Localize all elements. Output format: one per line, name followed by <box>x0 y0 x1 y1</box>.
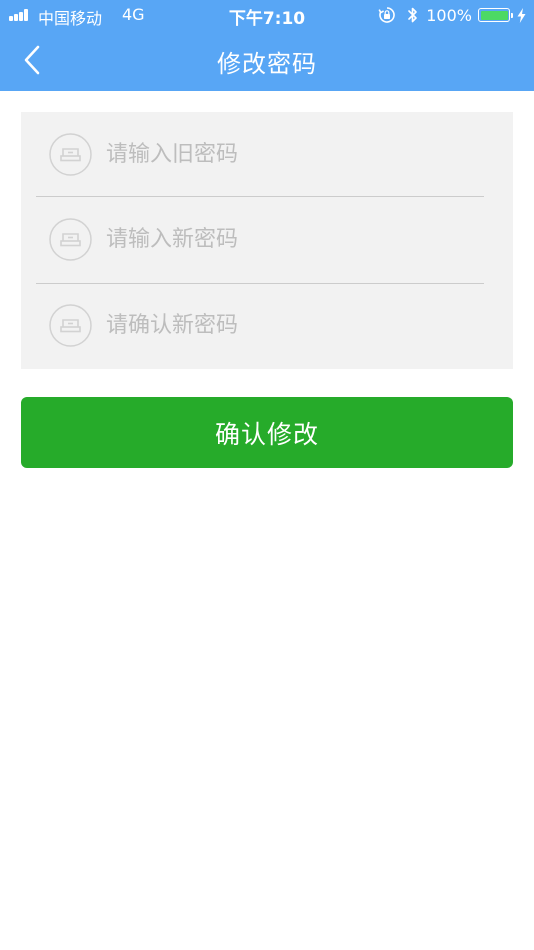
nav-bar: 修改密码 <box>0 30 534 91</box>
battery-cap <box>511 12 513 18</box>
old-password-field <box>36 112 484 197</box>
page-title: 修改密码 <box>217 50 317 78</box>
new-password-input[interactable] <box>106 217 466 262</box>
password-form <box>21 112 513 369</box>
battery-percent: 100% <box>426 5 472 25</box>
battery-icon <box>478 8 510 22</box>
bluetooth-icon <box>408 7 418 23</box>
confirm-password-field <box>36 284 484 369</box>
new-password-field <box>36 199 484 284</box>
confirm-password-input[interactable] <box>106 303 466 348</box>
lock-icon <box>49 218 92 261</box>
status-bar: 中国移动 4G 下午7:10 100% <box>0 0 534 30</box>
confirm-change-button[interactable]: 确认修改 <box>21 397 513 468</box>
orientation-lock-icon <box>378 7 396 23</box>
lock-icon <box>49 304 92 347</box>
battery-fill <box>480 10 508 20</box>
status-right-group: 100% <box>378 5 526 25</box>
old-password-input[interactable] <box>106 132 466 177</box>
lock-icon <box>49 133 92 176</box>
charging-bolt-icon <box>517 7 526 23</box>
app-header: 中国移动 4G 下午7:10 100% 修改密码 <box>0 0 534 91</box>
